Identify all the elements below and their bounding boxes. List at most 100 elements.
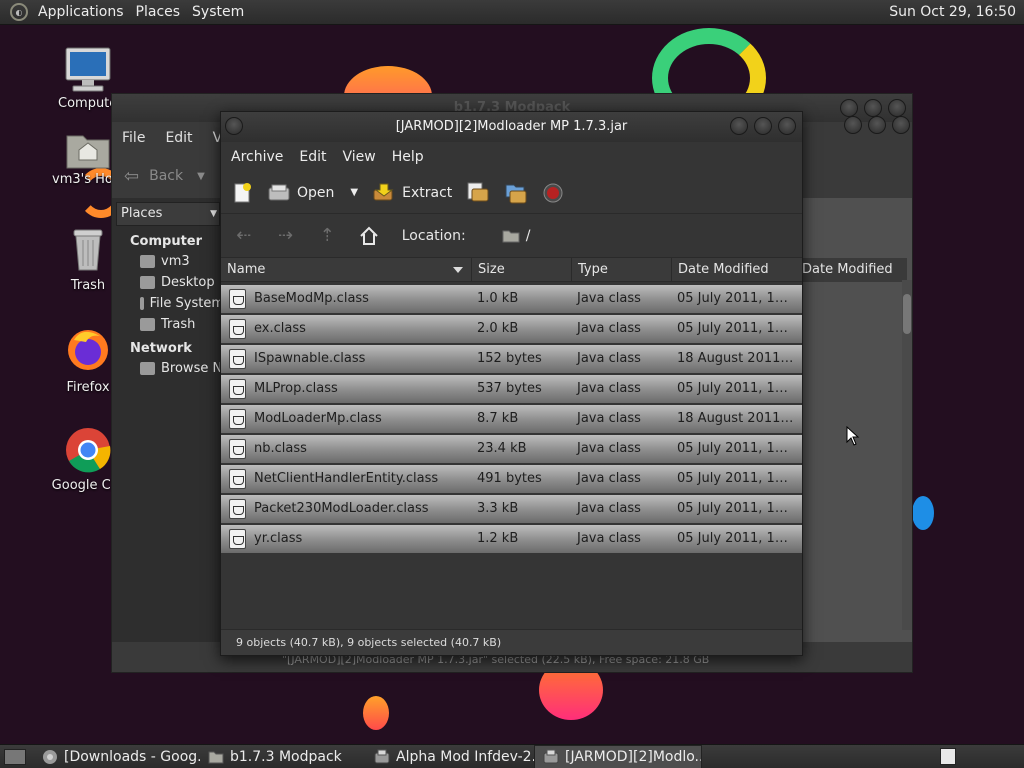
file-type: Java class xyxy=(577,381,641,396)
taskbar-item-label: [JARMOD][2]Modlo... xyxy=(565,748,702,765)
sidebar-item-file-system[interactable]: File System xyxy=(112,293,224,314)
archive-manager-titlebar[interactable]: [JARMOD][2]Modloader MP 1.7.3.jar xyxy=(221,112,802,142)
places-dropdown[interactable]: Places ▼ xyxy=(116,202,220,226)
column-header-name[interactable]: Name xyxy=(221,257,472,282)
menu-applications[interactable]: Applications xyxy=(32,4,130,20)
column-headers: Name Size Type Date Modified xyxy=(221,257,802,282)
column-header-date-modified[interactable]: Date Modified xyxy=(799,258,907,282)
chevron-down-icon: ▼ xyxy=(210,209,217,219)
close-button[interactable] xyxy=(888,99,906,117)
sidebar-heading-computer: Computer xyxy=(130,234,203,249)
menu-file[interactable]: File xyxy=(112,130,155,146)
location-field[interactable]: / xyxy=(496,221,802,251)
menu-edit[interactable]: Edit xyxy=(291,149,334,165)
maximize-button[interactable] xyxy=(754,117,772,135)
add-folder-button[interactable] xyxy=(504,181,528,205)
sidebar-item-trash[interactable]: Trash xyxy=(112,314,224,335)
java-file-icon xyxy=(229,409,246,429)
file-name: Packet230ModLoader.class xyxy=(254,501,429,516)
table-row[interactable]: BaseModMp.class 1.0 kB Java class 05 Jul… xyxy=(221,285,802,313)
archive-manager-window: [JARMOD][2]Modloader MP 1.7.3.jar Archiv… xyxy=(220,111,803,656)
show-desktop-icon[interactable] xyxy=(4,748,26,765)
sidebar-item-desktop[interactable]: Desktop xyxy=(112,272,224,293)
vertical-scrollbar[interactable] xyxy=(902,280,912,630)
add-folder-icon xyxy=(505,184,527,203)
new-archive-button[interactable] xyxy=(231,182,253,204)
menu-help[interactable]: Help xyxy=(384,149,432,165)
java-file-icon xyxy=(229,439,246,459)
back-dropdown-icon[interactable]: ▼ xyxy=(197,171,205,182)
file-size: 23.4 kB xyxy=(477,441,527,456)
column-header-label: Size xyxy=(478,261,505,277)
taskbar-item-downloads[interactable]: [Downloads - Goog... xyxy=(34,745,200,768)
taskbar-item-b173-modpack[interactable]: b1.7.3 Modpack xyxy=(200,745,366,768)
back-button[interactable]: Back xyxy=(149,168,183,184)
file-name: BaseModMp.class xyxy=(254,291,369,306)
file-name: NetClientHandlerEntity.class xyxy=(254,471,439,486)
table-row[interactable]: MLProp.class 537 bytes Java class 05 Jul… xyxy=(221,375,802,403)
maximize-button[interactable] xyxy=(864,99,882,117)
taskbar-item-alpha-mod[interactable]: Alpha Mod Infdev-2... xyxy=(366,745,534,768)
menu-places[interactable]: Places xyxy=(130,4,187,20)
open-label: Open xyxy=(297,184,335,201)
open-button[interactable]: Open ▼ xyxy=(267,182,358,204)
file-size: 3.3 kB xyxy=(477,501,519,516)
file-type: Java class xyxy=(577,471,641,486)
table-row[interactable]: ModLoaderMp.class 8.7 kB Java class 18 A… xyxy=(221,405,802,433)
workspace-switcher-icon[interactable] xyxy=(940,748,956,765)
extract-button[interactable]: Extract xyxy=(372,182,452,204)
sidebar-item-label: Browse N xyxy=(161,361,223,376)
stop-button[interactable] xyxy=(542,182,564,204)
file-list: BaseModMp.class 1.0 kB Java class 05 Jul… xyxy=(221,285,802,555)
window-menu-button[interactable] xyxy=(225,117,243,135)
menu-view[interactable]: View xyxy=(335,149,384,165)
menu-system[interactable]: System xyxy=(186,4,250,20)
minimize-button[interactable] xyxy=(730,117,748,135)
file-type: Java class xyxy=(577,351,641,366)
up-arrow-icon[interactable]: ⇡ xyxy=(314,223,340,249)
minimize-button[interactable] xyxy=(844,116,862,134)
file-manager-sidebar: Places ▼ Computer vm3 Desktop File Syste… xyxy=(112,198,224,642)
table-row[interactable]: ISpawnable.class 152 bytes Java class 18… xyxy=(221,345,802,373)
file-name: ISpawnable.class xyxy=(254,351,366,366)
file-name-cell: ISpawnable.class xyxy=(221,345,472,373)
home-icon[interactable] xyxy=(356,223,382,249)
file-type: Java class xyxy=(577,501,641,516)
open-dropdown-icon[interactable]: ▼ xyxy=(350,187,358,198)
table-row[interactable]: NetClientHandlerEntity.class 491 bytes J… xyxy=(221,465,802,493)
table-row[interactable]: nb.class 23.4 kB Java class 05 July 2011… xyxy=(221,435,802,463)
open-archive-icon xyxy=(268,184,290,200)
panel-clock[interactable]: Sun Oct 29, 16:50 xyxy=(889,4,1016,20)
add-files-button[interactable] xyxy=(466,181,490,205)
table-row[interactable]: yr.class 1.2 kB Java class 05 July 2011,… xyxy=(221,525,802,553)
distro-logo-icon[interactable]: ◐ xyxy=(10,3,28,21)
table-row[interactable]: ex.class 2.0 kB Java class 05 July 2011,… xyxy=(221,315,802,343)
file-name-cell: Packet230ModLoader.class xyxy=(221,495,472,523)
close-button[interactable] xyxy=(778,117,796,135)
java-file-icon xyxy=(229,469,246,489)
back-arrow-icon: ⇦ xyxy=(124,165,140,187)
file-name-cell: NetClientHandlerEntity.class xyxy=(221,465,472,493)
column-header-label: Type xyxy=(578,261,608,277)
column-header-size[interactable]: Size xyxy=(472,257,572,282)
menu-edit[interactable]: Edit xyxy=(155,130,202,146)
table-row[interactable]: Packet230ModLoader.class 3.3 kB Java cla… xyxy=(221,495,802,523)
file-date: 05 July 2011, 14:32 xyxy=(677,291,802,306)
archive-manager-toolbar: Open ▼ Extract xyxy=(221,172,802,214)
taskbar-item-label: [Downloads - Goog... xyxy=(64,748,200,765)
close-button[interactable] xyxy=(892,116,910,134)
column-header-type[interactable]: Type xyxy=(572,257,672,282)
sidebar-item-vm3[interactable]: vm3 xyxy=(112,251,224,272)
sidebar-item-browse-network[interactable]: Browse N xyxy=(112,358,224,379)
file-name: nb.class xyxy=(254,441,307,456)
column-header-date-modified[interactable]: Date Modified xyxy=(672,258,802,282)
scrollbar-thumb[interactable] xyxy=(903,294,911,334)
minimize-button[interactable] xyxy=(840,99,858,117)
back-arrow-icon[interactable]: ⇠ xyxy=(231,223,257,249)
file-list-empty-area[interactable] xyxy=(221,555,802,629)
file-name: ModLoaderMp.class xyxy=(254,411,382,426)
forward-arrow-icon[interactable]: ⇢ xyxy=(273,223,299,249)
maximize-button[interactable] xyxy=(868,116,886,134)
taskbar-item-jarmod[interactable]: [JARMOD][2]Modlo... xyxy=(534,744,702,768)
menu-archive[interactable]: Archive xyxy=(223,149,291,165)
